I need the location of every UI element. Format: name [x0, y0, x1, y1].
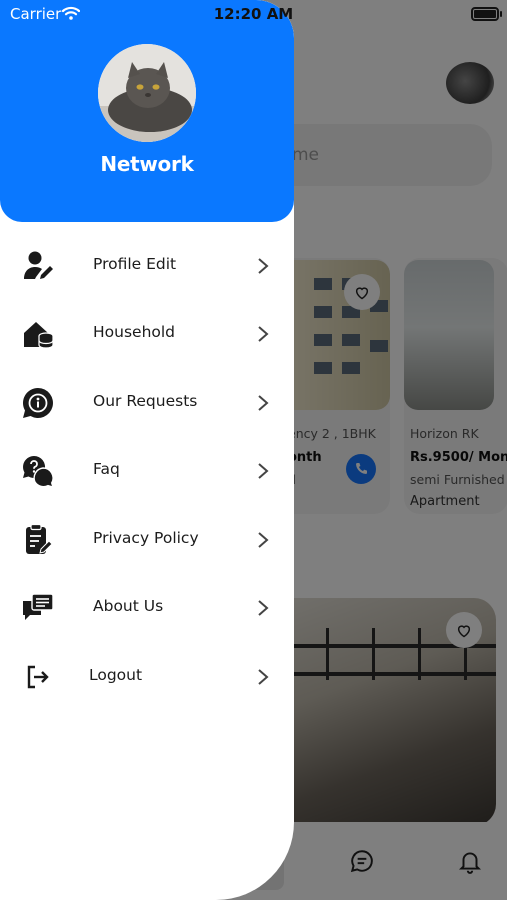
- menu-item-privacy-policy[interactable]: Privacy Policy: [0, 511, 294, 569]
- profile-photo[interactable]: [98, 44, 196, 142]
- drawer-header: Network: [0, 0, 294, 222]
- menu-label: About Us: [93, 597, 164, 615]
- menu-item-profile-edit[interactable]: Profile Edit: [0, 237, 294, 295]
- side-drawer: Network Profile Edit Household Our Reque…: [0, 0, 294, 900]
- drawer-title: Network: [100, 152, 194, 176]
- chevron-right-icon: [258, 463, 269, 479]
- menu-label: Profile Edit: [93, 255, 177, 273]
- menu-label: Our Requests: [93, 392, 198, 410]
- chevron-right-icon: [258, 532, 269, 548]
- clipboard-edit-icon: [20, 523, 56, 557]
- clock: 12:20 AM: [213, 5, 294, 23]
- cat-photo-image: [98, 44, 196, 142]
- house-database-icon: [20, 317, 56, 351]
- menu-label: Privacy Policy: [93, 529, 199, 547]
- menu-item-our-requests[interactable]: Our Requests: [0, 374, 294, 432]
- menu-item-faq[interactable]: Faq: [0, 442, 294, 500]
- menu-item-logout[interactable]: Logout: [0, 648, 294, 706]
- chat-text-icon: [20, 591, 56, 625]
- chevron-right-icon: [258, 258, 269, 274]
- logout-icon: [20, 660, 56, 694]
- battery-icon: [471, 7, 499, 21]
- user-edit-icon: [20, 249, 56, 283]
- menu-item-household[interactable]: Household: [0, 305, 294, 363]
- chevron-right-icon: [258, 395, 269, 411]
- menu-item-about-us[interactable]: About Us: [0, 579, 294, 637]
- menu-label: Logout: [89, 666, 143, 684]
- status-bar: Carrier 12:20 AM: [0, 0, 507, 28]
- menu-label: Household: [93, 323, 176, 341]
- question-chat-icon: [20, 454, 56, 488]
- chevron-right-icon: [258, 326, 269, 342]
- chevron-right-icon: [258, 669, 269, 685]
- menu-label: Faq: [93, 460, 120, 478]
- chevron-right-icon: [258, 600, 269, 616]
- info-chat-icon: [20, 386, 56, 420]
